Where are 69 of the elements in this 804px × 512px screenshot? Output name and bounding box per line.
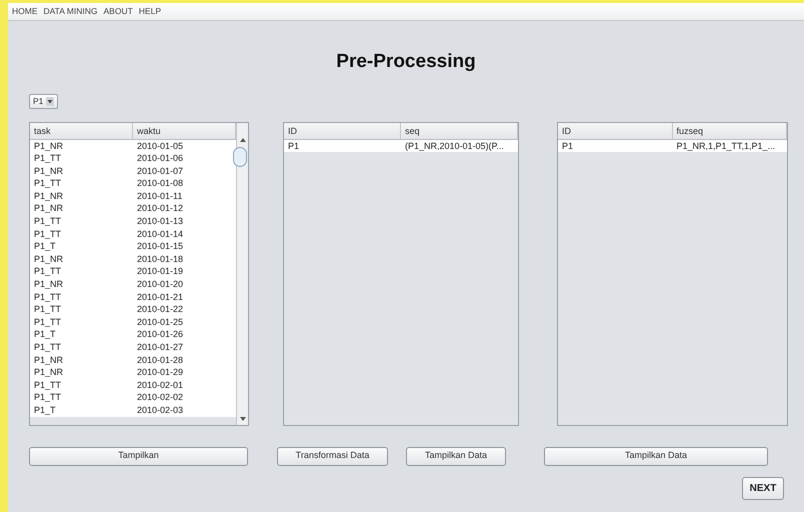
scroll-thumb[interactable] — [233, 146, 247, 166]
table-cell-text: 2010-01-21 — [136, 290, 184, 304]
table-cell-text: 2010-01-14 — [136, 228, 184, 240]
menu-item[interactable]: ABOUT — [104, 5, 133, 18]
table-cell-text: 2010-01-20 — [136, 278, 184, 291]
table-cell-text: P1_T — [33, 240, 57, 253]
dropdown-caret-icon[interactable] — [46, 96, 54, 106]
table-cell-text: 2010-01-25 — [136, 316, 184, 328]
scroll-down-icon[interactable] — [240, 416, 246, 422]
table-cell-text: 2010-02-02 — [136, 391, 184, 404]
table-cell-text: P1_NR — [33, 366, 64, 379]
table-cell-text: P1_TT — [33, 265, 62, 278]
table-cell-text: P1_TT — [33, 177, 62, 190]
table-cell-text: 2010-02-03 — [136, 404, 184, 417]
table-cell-text: 2010-01-08 — [136, 177, 184, 190]
table-cell-text: P1_NR — [33, 190, 64, 202]
dropdown[interactable]: P1 — [29, 94, 58, 108]
table-cell-text: 2010-01-05 — [136, 140, 184, 152]
next-button[interactable]: NEXT — [742, 476, 784, 500]
column-header[interactable]: fuzseq — [672, 122, 787, 138]
table-cell-text: 2010-01-27 — [136, 341, 184, 354]
table-cell-text: 2010-01-22 — [136, 303, 184, 316]
action-button[interactable]: Transformasi Data — [277, 446, 388, 466]
table-cell-text: P1_NR — [33, 164, 64, 178]
page-title: Pre-Processing — [336, 50, 476, 74]
table-cell-text: 2010-01-28 — [136, 354, 184, 366]
table-cell-text: 2010-01-13 — [136, 215, 184, 228]
table-cell-text: P1 — [561, 140, 574, 152]
table-cell-text: P1_T — [33, 328, 57, 341]
table-cell-text: P1 — [287, 140, 300, 152]
table-cell-text: P1_NR — [33, 354, 64, 366]
table-cell-text: 2010-01-19 — [136, 265, 184, 278]
table-cell-text: 2010-01-29 — [136, 366, 184, 379]
table-cell-text: P1_TT — [33, 303, 62, 316]
column-header[interactable]: ID — [558, 122, 672, 138]
table-cell-text: P1_NR,1,P1_TT,1,P1_... — [676, 140, 776, 152]
table-cell-text: (P1_NR,2010-01-05)(P... — [404, 140, 505, 152]
column-header[interactable]: ID — [284, 122, 401, 138]
action-button[interactable]: Tampilkan Data — [406, 446, 506, 466]
table-cell-text: 2010-02-01 — [136, 378, 184, 392]
table-cell-text: 2010-01-06 — [136, 152, 184, 165]
table-cell-text: P1_TT — [33, 378, 62, 392]
table-cell-text: P1_NR — [33, 140, 64, 152]
table-cell-text: P1_TT — [33, 152, 62, 165]
table-cell-text: 2010-01-12 — [136, 202, 184, 216]
menu-item[interactable]: DATA MINING — [44, 5, 98, 18]
table-cell-text: P1_TT — [33, 215, 62, 228]
table-cell-text: 2010-01-18 — [136, 252, 184, 266]
table-cell-text: P1_NR — [33, 202, 64, 216]
column-header[interactable]: task — [30, 122, 133, 138]
table-cell-text: 2010-01-11 — [136, 190, 184, 202]
table-cell-text: P1_TT — [33, 228, 62, 240]
table-cell-text: 2010-01-26 — [136, 328, 184, 341]
menu-item[interactable]: HELP — [138, 5, 161, 18]
scroll-up-icon[interactable] — [240, 136, 246, 142]
table-cell-text: P1_TT — [33, 391, 62, 404]
table-cell-text: 2010-01-07 — [136, 164, 184, 178]
action-button[interactable]: Tampilkan Data — [544, 446, 768, 466]
table-cell-text: P1_TT — [33, 290, 62, 304]
table-cell-text: P1_NR — [33, 252, 64, 266]
column-header[interactable]: seq — [401, 122, 518, 138]
table-cell-text: 2010-01-15 — [136, 240, 184, 253]
action-button[interactable]: Tampilkan — [29, 446, 248, 466]
scrollbar[interactable] — [236, 122, 248, 424]
menu-item[interactable]: HOME — [12, 5, 38, 18]
table-cell-text: P1_TT — [33, 316, 62, 328]
table-cell-text: P1_TT — [33, 341, 62, 354]
table-cell-text: P1_NR — [33, 278, 64, 291]
table-cell-text: P1_T — [33, 404, 57, 417]
